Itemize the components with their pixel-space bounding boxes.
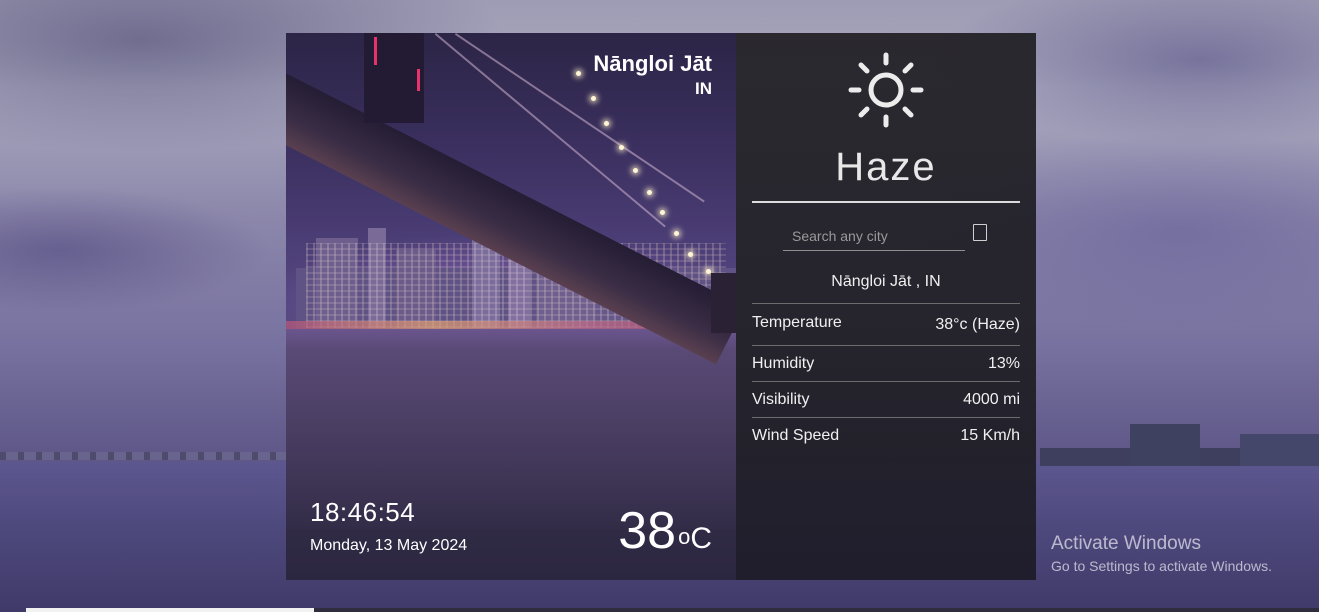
bridge-red-light xyxy=(417,69,420,91)
bridge-light xyxy=(688,252,693,257)
degree-symbol: o xyxy=(678,524,691,549)
weather-panel: Haze Nāngloi Jāt , IN Temperature 38°c (… xyxy=(736,33,1036,580)
background-pier xyxy=(0,452,290,460)
detail-value: 15 Km/h xyxy=(960,426,1020,444)
search-input[interactable] xyxy=(783,221,965,251)
bridge-light xyxy=(647,190,652,195)
bridge-pillar xyxy=(711,273,736,333)
city-name: Nāngloi Jāt xyxy=(593,51,712,76)
background-skyline xyxy=(1040,418,1319,466)
country-code: IN xyxy=(695,79,712,98)
bridge-light xyxy=(591,96,596,101)
detail-label: Humidity xyxy=(752,354,815,372)
taskbar-segment xyxy=(314,608,1319,612)
detail-row-visibility: Visibility 4000 mi xyxy=(752,381,1020,417)
bridge-red-light xyxy=(374,37,377,65)
city-photo: Nāngloi Jāt IN 18:46:54 Monday, 13 May 2… xyxy=(286,33,736,580)
detail-value: 13% xyxy=(987,354,1020,372)
bridge-light xyxy=(633,168,638,173)
detail-label: Temperature xyxy=(752,313,842,331)
temperature-value: 38 xyxy=(618,502,677,560)
search-button-icon[interactable] xyxy=(973,224,987,241)
bridge-light xyxy=(604,121,609,126)
bridge-light xyxy=(619,145,624,150)
activate-windows-title: Activate Windows xyxy=(1051,533,1201,554)
activate-windows-subtitle: Go to Settings to activate Windows. xyxy=(1051,558,1272,574)
taskbar-active-segment xyxy=(26,608,314,612)
detail-label: Wind Speed xyxy=(752,426,840,444)
bridge-light xyxy=(660,210,665,215)
location-label: Nāngloi Jāt , IN xyxy=(831,273,941,290)
detail-value: 4000 mi xyxy=(963,390,1020,408)
detail-row-temperature: Temperature 38°c (Haze) xyxy=(752,303,1020,345)
current-date: Monday, 13 May 2024 xyxy=(310,537,468,554)
weather-card: Nāngloi Jāt IN 18:46:54 Monday, 13 May 2… xyxy=(286,33,1036,580)
detail-label: Visibility xyxy=(752,390,810,408)
detail-row-wind-speed: Wind Speed 15 Km/h xyxy=(752,417,1020,453)
detail-value: 38°c (Haze) xyxy=(935,315,1020,333)
weather-condition: Haze xyxy=(835,145,937,189)
current-time: 18:46:54 xyxy=(310,497,416,527)
weather-details-table: Temperature 38°c (Haze) Humidity 13% Vis… xyxy=(752,303,1020,453)
big-temperature: 38oC xyxy=(618,503,712,567)
condition-divider xyxy=(752,201,1020,203)
sun-icon xyxy=(848,52,924,128)
bridge-light xyxy=(576,71,581,76)
bridge-light xyxy=(674,231,679,236)
temperature-unit: C xyxy=(690,522,712,555)
bridge-tower xyxy=(364,33,424,123)
detail-row-humidity: Humidity 13% xyxy=(752,345,1020,381)
